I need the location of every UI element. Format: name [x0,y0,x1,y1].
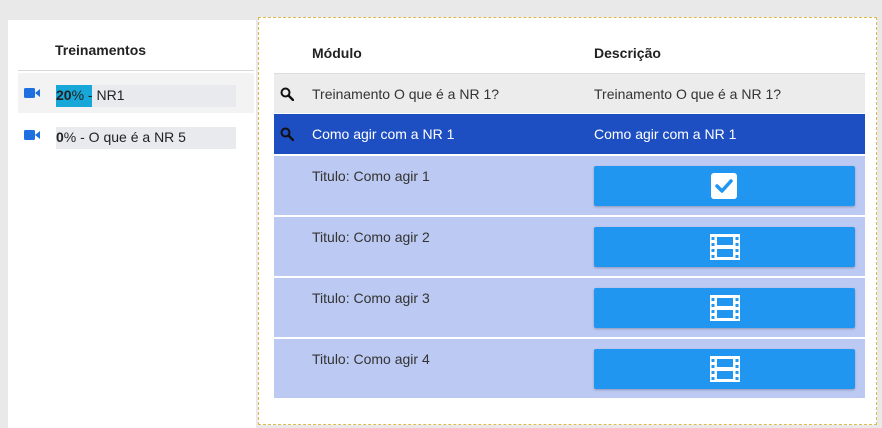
column-header-module: Módulo [312,45,362,61]
checkbox-checked-icon [711,173,737,199]
play-video-button[interactable] [594,227,855,267]
trainings-header: Treinamentos [55,42,147,58]
progress-percent: 20 [56,87,72,103]
search-icon[interactable] [280,127,294,141]
module-description: Treinamento O que é a NR 1? [594,86,782,102]
training-item-nr5[interactable]: 0% - O que é a NR 5 [18,115,254,155]
divider [18,70,254,71]
module-name: Treinamento O que é a NR 1? [312,86,500,102]
module-name: Como agir com a NR 1 [312,126,455,142]
module-description: Como agir com a NR 1 [594,126,737,142]
film-icon [710,234,740,260]
training-label: 0% - O que é a NR 5 [56,129,186,145]
module-row-active[interactable]: Como agir com a NR 1 Como agir com a NR … [274,114,865,154]
training-label: 20% - NR1 [56,87,124,103]
lesson-row: Titulo: Como agir 2 [274,216,865,276]
play-video-button[interactable] [594,349,855,389]
column-header-description: Descrição [594,45,661,61]
lesson-title: Titulo: Como agir 3 [312,290,430,306]
lesson-title: Titulo: Como agir 2 [312,229,430,245]
trainings-panel: Treinamentos 20% - NR1 0% - O que é a NR… [8,20,256,428]
lesson-completed-button[interactable] [594,166,855,206]
video-camera-icon [24,130,40,140]
film-icon [710,356,740,382]
lesson-row: Titulo: Como agir 3 [274,277,865,337]
training-item-nr1[interactable]: 20% - NR1 [18,73,254,113]
lesson-title: Titulo: Como agir 4 [312,351,430,367]
training-title: % - NR1 [71,87,125,103]
lesson-title: Titulo: Como agir 1 [312,168,430,184]
training-title: % - O que é a NR 5 [63,129,186,145]
progress-percent: 0 [56,129,64,145]
film-icon [710,295,740,321]
search-icon[interactable] [280,87,294,101]
play-video-button[interactable] [594,288,855,328]
video-camera-icon [24,88,40,98]
modules-panel: Módulo Descrição Treinamento O que é a N… [258,17,877,425]
lesson-row: Titulo: Como agir 4 [274,338,865,398]
lesson-row: Titulo: Como agir 1 [274,155,865,215]
module-row[interactable]: Treinamento O que é a NR 1? Treinamento … [274,73,865,113]
